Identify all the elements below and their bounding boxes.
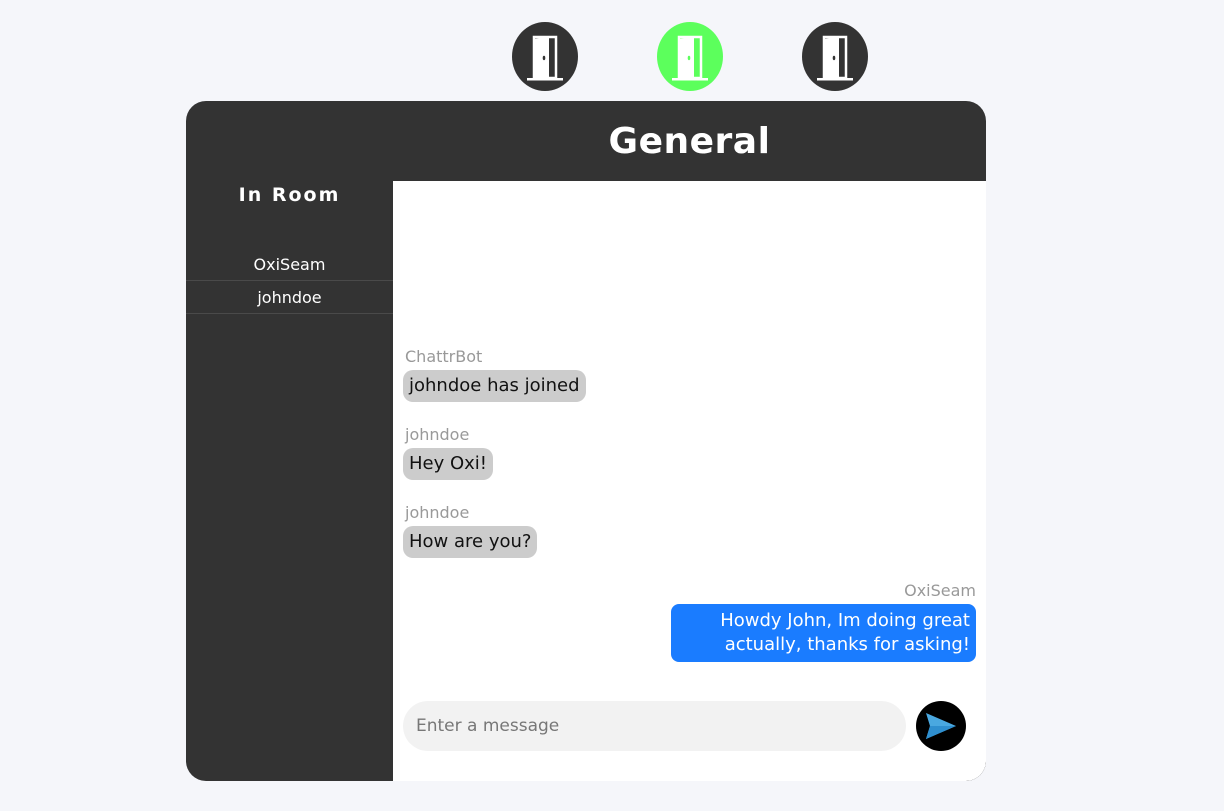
- message-sender: ChattrBot: [405, 347, 483, 366]
- room-selector: [0, 22, 1224, 92]
- send-icon: [926, 713, 956, 739]
- sidebar: In Room OxiSeam johndoe: [186, 181, 393, 781]
- message: ChattrBot johndoe has joined: [403, 347, 586, 402]
- message-bubble: How are you?: [403, 526, 538, 558]
- door-icon: [527, 35, 563, 80]
- message-sender: OxiSeam: [904, 581, 976, 600]
- user-item: johndoe: [186, 281, 393, 314]
- door-icon: [672, 35, 708, 80]
- message-input[interactable]: [403, 701, 906, 751]
- message-bubble: Hey Oxi!: [403, 448, 494, 480]
- message-bubble-own: Howdy John, Im doing great actually, tha…: [671, 604, 976, 662]
- message-sender: johndoe: [405, 425, 470, 444]
- room-title: General: [608, 120, 771, 162]
- send-button[interactable]: [916, 701, 966, 751]
- message-own: OxiSeam Howdy John, Im doing great actua…: [671, 581, 976, 662]
- composer: [403, 701, 978, 751]
- door-icon: [817, 35, 853, 80]
- room-button-1[interactable]: [512, 22, 578, 91]
- messages-area: ChattrBot johndoe has joined johndoe Hey…: [393, 181, 986, 781]
- message: johndoe How are you?: [403, 503, 538, 558]
- sidebar-heading: In Room: [238, 184, 341, 206]
- room-button-3[interactable]: [802, 22, 868, 91]
- message: johndoe Hey Oxi!: [403, 425, 494, 480]
- message-bubble: johndoe has joined: [403, 370, 586, 402]
- user-list: OxiSeam johndoe: [186, 248, 393, 314]
- user-item: OxiSeam: [186, 248, 393, 281]
- message-sender: johndoe: [405, 503, 470, 522]
- chat-window: General In Room OxiSeam johndoe ChattrBo…: [186, 101, 986, 781]
- room-button-2[interactable]: [657, 22, 723, 91]
